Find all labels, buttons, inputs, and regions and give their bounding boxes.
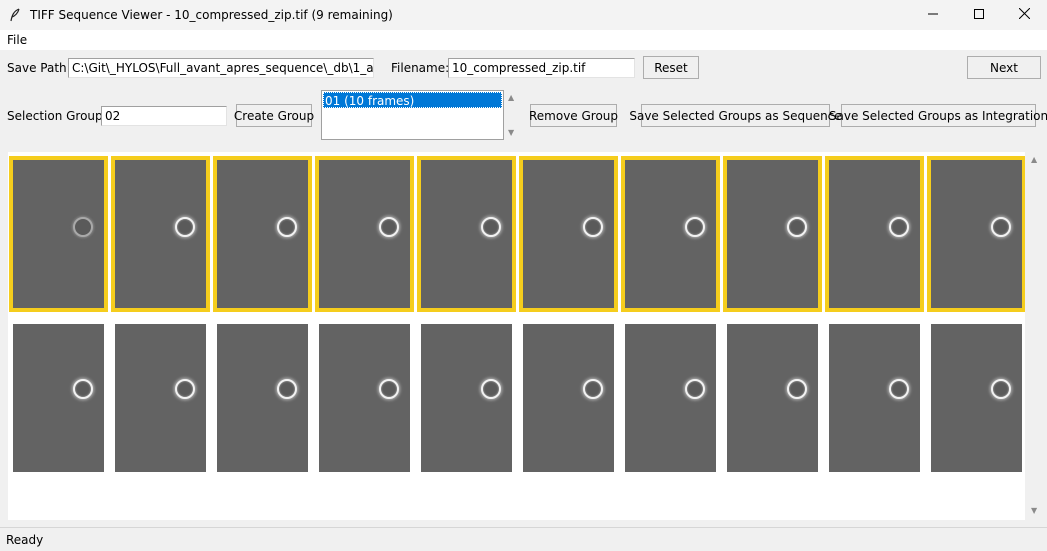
scroll-up-icon[interactable]: ▲ — [508, 93, 514, 102]
maximize-icon — [974, 8, 984, 22]
particle-ring — [175, 379, 195, 399]
minimize-icon — [928, 8, 938, 22]
frame-thumbnail[interactable] — [519, 156, 618, 312]
frame-thumbnail[interactable] — [213, 320, 312, 476]
frame-thumbnail[interactable] — [417, 156, 516, 312]
scroll-down-icon[interactable]: ▼ — [508, 128, 514, 137]
frame-image — [217, 160, 308, 308]
filename-input[interactable]: 10_compressed_zip.tif — [448, 58, 635, 78]
selection-group-label: Selection Group: — [7, 109, 107, 123]
particle-ring — [583, 217, 603, 237]
canvas-scrollbar[interactable]: ▲ ▼ — [1027, 152, 1044, 520]
next-button[interactable]: Next — [967, 56, 1041, 79]
frame-thumbnail[interactable] — [723, 156, 822, 312]
particle-ring — [379, 379, 399, 399]
particle-ring — [73, 217, 93, 237]
close-button[interactable] — [1001, 0, 1047, 30]
scroll-up-icon[interactable]: ▲ — [1031, 155, 1037, 164]
frame-image — [319, 324, 410, 472]
particle-ring — [481, 217, 501, 237]
frame-thumbnail[interactable] — [315, 320, 414, 476]
menu-bar: File — [0, 30, 1047, 50]
frame-thumbnail[interactable] — [927, 156, 1025, 312]
selection-group-input[interactable]: 02 — [101, 106, 227, 126]
frame-image — [421, 160, 512, 308]
frame-image — [115, 160, 206, 308]
feather-icon — [0, 0, 30, 30]
scroll-down-icon[interactable]: ▼ — [1031, 506, 1037, 515]
particle-ring — [175, 217, 195, 237]
particle-ring — [277, 379, 297, 399]
save-integration-button[interactable]: Save Selected Groups as Integration — [829, 104, 1047, 127]
frame-image — [523, 324, 614, 472]
particle-ring — [991, 379, 1011, 399]
frame-thumbnail[interactable] — [723, 320, 822, 476]
particle-ring — [379, 217, 399, 237]
frame-thumbnail[interactable] — [621, 156, 720, 312]
frame-thumbnail[interactable] — [519, 320, 618, 476]
groups-listbox-scrollbar[interactable]: ▲ ▼ — [506, 90, 520, 140]
particle-ring — [583, 379, 603, 399]
particle-ring — [889, 217, 909, 237]
frame-image — [931, 160, 1022, 308]
particle-ring — [889, 379, 909, 399]
frame-thumbnail[interactable] — [111, 320, 210, 476]
frame-image — [727, 324, 818, 472]
particle-ring — [787, 379, 807, 399]
frame-thumbnail[interactable] — [9, 156, 108, 312]
frame-image — [931, 324, 1022, 472]
frame-thumbnail[interactable] — [213, 156, 312, 312]
reset-button[interactable]: Reset — [643, 56, 699, 79]
frame-thumbnail[interactable] — [825, 156, 924, 312]
particle-ring — [481, 379, 501, 399]
frame-thumbnail[interactable] — [9, 320, 108, 476]
menu-file[interactable]: File — [0, 33, 34, 47]
frame-thumbnail[interactable] — [825, 320, 924, 476]
particle-ring — [73, 379, 93, 399]
filename-label: Filename: — [391, 61, 450, 75]
frame-image — [727, 160, 818, 308]
status-text: Ready — [6, 532, 44, 547]
particle-ring — [991, 217, 1011, 237]
frame-image — [319, 160, 410, 308]
status-bar: Ready — [0, 527, 1047, 551]
list-item[interactable]: 01 (10 frames) — [323, 92, 502, 108]
remove-group-button[interactable]: Remove Group — [529, 104, 618, 127]
window-title: TIFF Sequence Viewer - 10_compressed_zip… — [30, 8, 393, 22]
frames-canvas[interactable] — [8, 152, 1025, 520]
frame-thumbnail[interactable] — [111, 156, 210, 312]
particle-ring — [685, 379, 705, 399]
save-path-label: Save Path: — [7, 61, 71, 75]
create-group-button[interactable]: Create Group — [234, 104, 314, 127]
particle-ring — [787, 217, 807, 237]
groups-listbox[interactable]: 01 (10 frames) — [321, 90, 504, 140]
frame-image — [13, 160, 104, 308]
frame-image — [115, 324, 206, 472]
frame-image — [625, 160, 716, 308]
save-sequence-button[interactable]: Save Selected Groups as Sequence — [629, 104, 842, 127]
particle-ring — [277, 217, 297, 237]
particle-ring — [685, 217, 705, 237]
frame-image — [13, 324, 104, 472]
close-icon — [1018, 7, 1030, 22]
minimize-button[interactable] — [910, 0, 956, 30]
frame-image — [421, 324, 512, 472]
frame-image — [217, 324, 308, 472]
frame-image — [523, 160, 614, 308]
frame-thumbnail[interactable] — [621, 320, 720, 476]
frame-thumbnail[interactable] — [315, 156, 414, 312]
frame-thumbnail[interactable] — [417, 320, 516, 476]
frame-image — [829, 324, 920, 472]
frame-image — [829, 160, 920, 308]
frame-image — [625, 324, 716, 472]
title-bar: TIFF Sequence Viewer - 10_compressed_zip… — [0, 0, 1047, 30]
save-path-input[interactable]: C:\Git\_HYLOS\Full_avant_apres_sequence\… — [68, 58, 374, 78]
frame-thumbnail[interactable] — [927, 320, 1025, 476]
maximize-button[interactable] — [956, 0, 1002, 30]
